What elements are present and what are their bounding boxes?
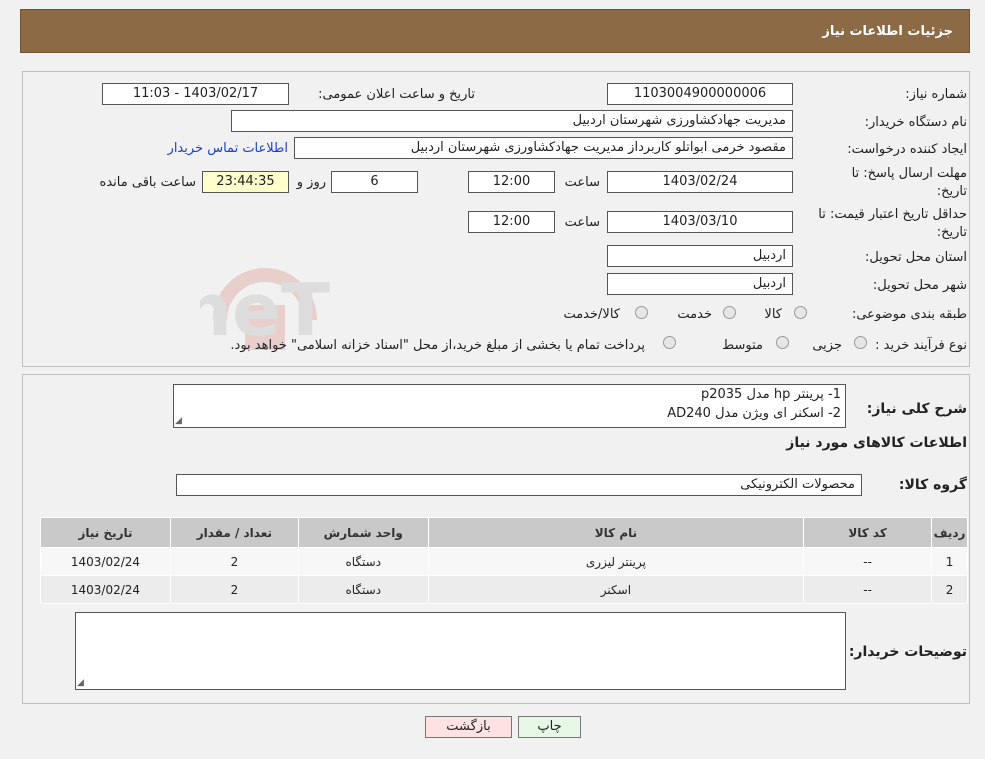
buyer-notes-textarea[interactable]: ◢ bbox=[75, 612, 846, 690]
col-name: نام کالا bbox=[427, 517, 805, 548]
category-option-both: کالا/خدمت bbox=[563, 307, 620, 322]
need-number-label: شماره نیاز: bbox=[905, 87, 967, 102]
resize-grip-icon[interactable]: ◢ bbox=[175, 416, 182, 426]
cell-row: 1 bbox=[931, 547, 968, 576]
category-radio-both[interactable] bbox=[635, 306, 648, 319]
col-qty: تعداد / مقدار bbox=[169, 517, 299, 548]
cell-row: 2 bbox=[931, 575, 968, 604]
process-radio-medium[interactable] bbox=[776, 336, 789, 349]
requester-field: مقصود خرمی ابواتلو کاربرداز مدیریت جهادک… bbox=[294, 137, 793, 159]
cell-qty: 2 bbox=[169, 547, 299, 576]
validity-time-field: 12:00 bbox=[468, 211, 555, 233]
process-option-small: جزیی bbox=[812, 338, 842, 353]
goods-group-field: محصولات الکترونیکی bbox=[176, 474, 862, 496]
goods-table-container: ردیف کد کالا نام کالا واحد شمارش تعداد /… bbox=[40, 517, 968, 604]
cell-unit: دستگاه bbox=[297, 547, 429, 576]
table-row: 1 -- پرینتر لیزری دستگاه 2 1403/02/24 bbox=[40, 547, 968, 576]
goods-group-label: گروه کالا: bbox=[898, 477, 967, 493]
category-option-service: خدمت bbox=[677, 307, 712, 322]
requester-label: ایجاد کننده درخواست: bbox=[847, 142, 967, 157]
category-label: طبقه بندی موضوعی: bbox=[851, 307, 967, 322]
cell-date: 1403/02/24 bbox=[40, 575, 171, 604]
goods-table: ردیف کد کالا نام کالا واحد شمارش تعداد /… bbox=[40, 517, 968, 604]
goods-table-header: ردیف کد کالا نام کالا واحد شمارش تعداد /… bbox=[40, 517, 968, 548]
remaining-time-field: 23:44:35 bbox=[202, 171, 289, 193]
cell-unit: دستگاه bbox=[297, 575, 429, 604]
col-unit: واحد شمارش bbox=[297, 517, 429, 548]
deadline-date-field: 1403/02/24 bbox=[607, 171, 793, 193]
buyer-contact-link[interactable]: اطلاعات تماس خریدار bbox=[168, 141, 288, 156]
announce-label: تاریخ و ساعت اعلان عمومی: bbox=[318, 87, 475, 102]
process-label: نوع فرآیند خرید : bbox=[875, 338, 967, 353]
city-field: اردبیل bbox=[607, 273, 793, 295]
deadline-time-field: 12:00 bbox=[468, 171, 555, 193]
cell-code: -- bbox=[803, 575, 933, 604]
col-row: ردیف bbox=[931, 517, 968, 548]
process-note: پرداخت تمام یا بخشی از مبلغ خرید،از محل … bbox=[230, 338, 645, 353]
page-header: جزئیات اطلاعات نیاز bbox=[20, 9, 970, 53]
validity-time-label: ساعت bbox=[564, 215, 600, 230]
buyer-org-field: مدیریت جهادکشاورزی شهرستان اردبیل bbox=[231, 110, 793, 132]
process-option-medium: متوسط bbox=[722, 338, 763, 353]
province-field: اردبیل bbox=[607, 245, 793, 267]
days-field: 6 bbox=[331, 171, 418, 193]
resize-grip-icon[interactable]: ◢ bbox=[77, 678, 84, 688]
province-label: استان محل تحویل: bbox=[865, 250, 967, 265]
buyer-notes-label: توضیحات خریدار: bbox=[848, 644, 967, 660]
description-line-2: 2- اسکنر ای ویژن مدل AD240 bbox=[667, 406, 841, 421]
page-title: جزئیات اطلاعات نیاز bbox=[822, 24, 953, 39]
deadline-time-label: ساعت bbox=[564, 175, 600, 190]
process-radio-small[interactable] bbox=[854, 336, 867, 349]
deadline-label: مهلت ارسال پاسخ: تا تاریخ: bbox=[851, 166, 967, 199]
city-label: شهر محل تحویل: bbox=[872, 278, 967, 293]
back-button[interactable]: بازگشت bbox=[425, 716, 512, 738]
col-code: کد کالا bbox=[803, 517, 933, 548]
buyer-org-label: نام دستگاه خریدار: bbox=[864, 115, 967, 130]
cell-name: اسکنر bbox=[427, 575, 805, 604]
need-number-field: 1103004900000006 bbox=[607, 83, 793, 105]
description-label: شرح کلی نیاز: bbox=[866, 401, 967, 417]
table-row: 2 -- اسکنر دستگاه 2 1403/02/24 bbox=[40, 575, 968, 604]
category-radio-goods[interactable] bbox=[794, 306, 807, 319]
days-label: روز و bbox=[296, 175, 326, 190]
category-option-goods: کالا bbox=[764, 307, 782, 322]
announce-field: 1403/02/17 - 11:03 bbox=[102, 83, 289, 105]
category-radio-service[interactable] bbox=[723, 306, 736, 319]
print-button[interactable]: چاپ bbox=[518, 716, 581, 738]
col-date: تاریخ نیاز bbox=[40, 517, 171, 548]
description-textarea[interactable]: 1- پرینتر hp مدل p2035 2- اسکنر ای ویژن … bbox=[173, 384, 846, 428]
cell-date: 1403/02/24 bbox=[40, 547, 171, 576]
cell-qty: 2 bbox=[169, 575, 299, 604]
remaining-label: ساعت باقی مانده bbox=[99, 175, 196, 190]
validity-label: حداقل تاریخ اعتبار قیمت: تا تاریخ: bbox=[818, 207, 967, 240]
cell-name: پرینتر لیزری bbox=[427, 547, 805, 576]
goods-section-title: اطلاعات کالاهای مورد نیاز bbox=[786, 435, 967, 451]
description-line-1: 1- پرینتر hp مدل p2035 bbox=[700, 387, 841, 402]
cell-code: -- bbox=[803, 547, 933, 576]
process-checkbox-treasury[interactable] bbox=[663, 336, 676, 349]
validity-date-field: 1403/03/10 bbox=[607, 211, 793, 233]
